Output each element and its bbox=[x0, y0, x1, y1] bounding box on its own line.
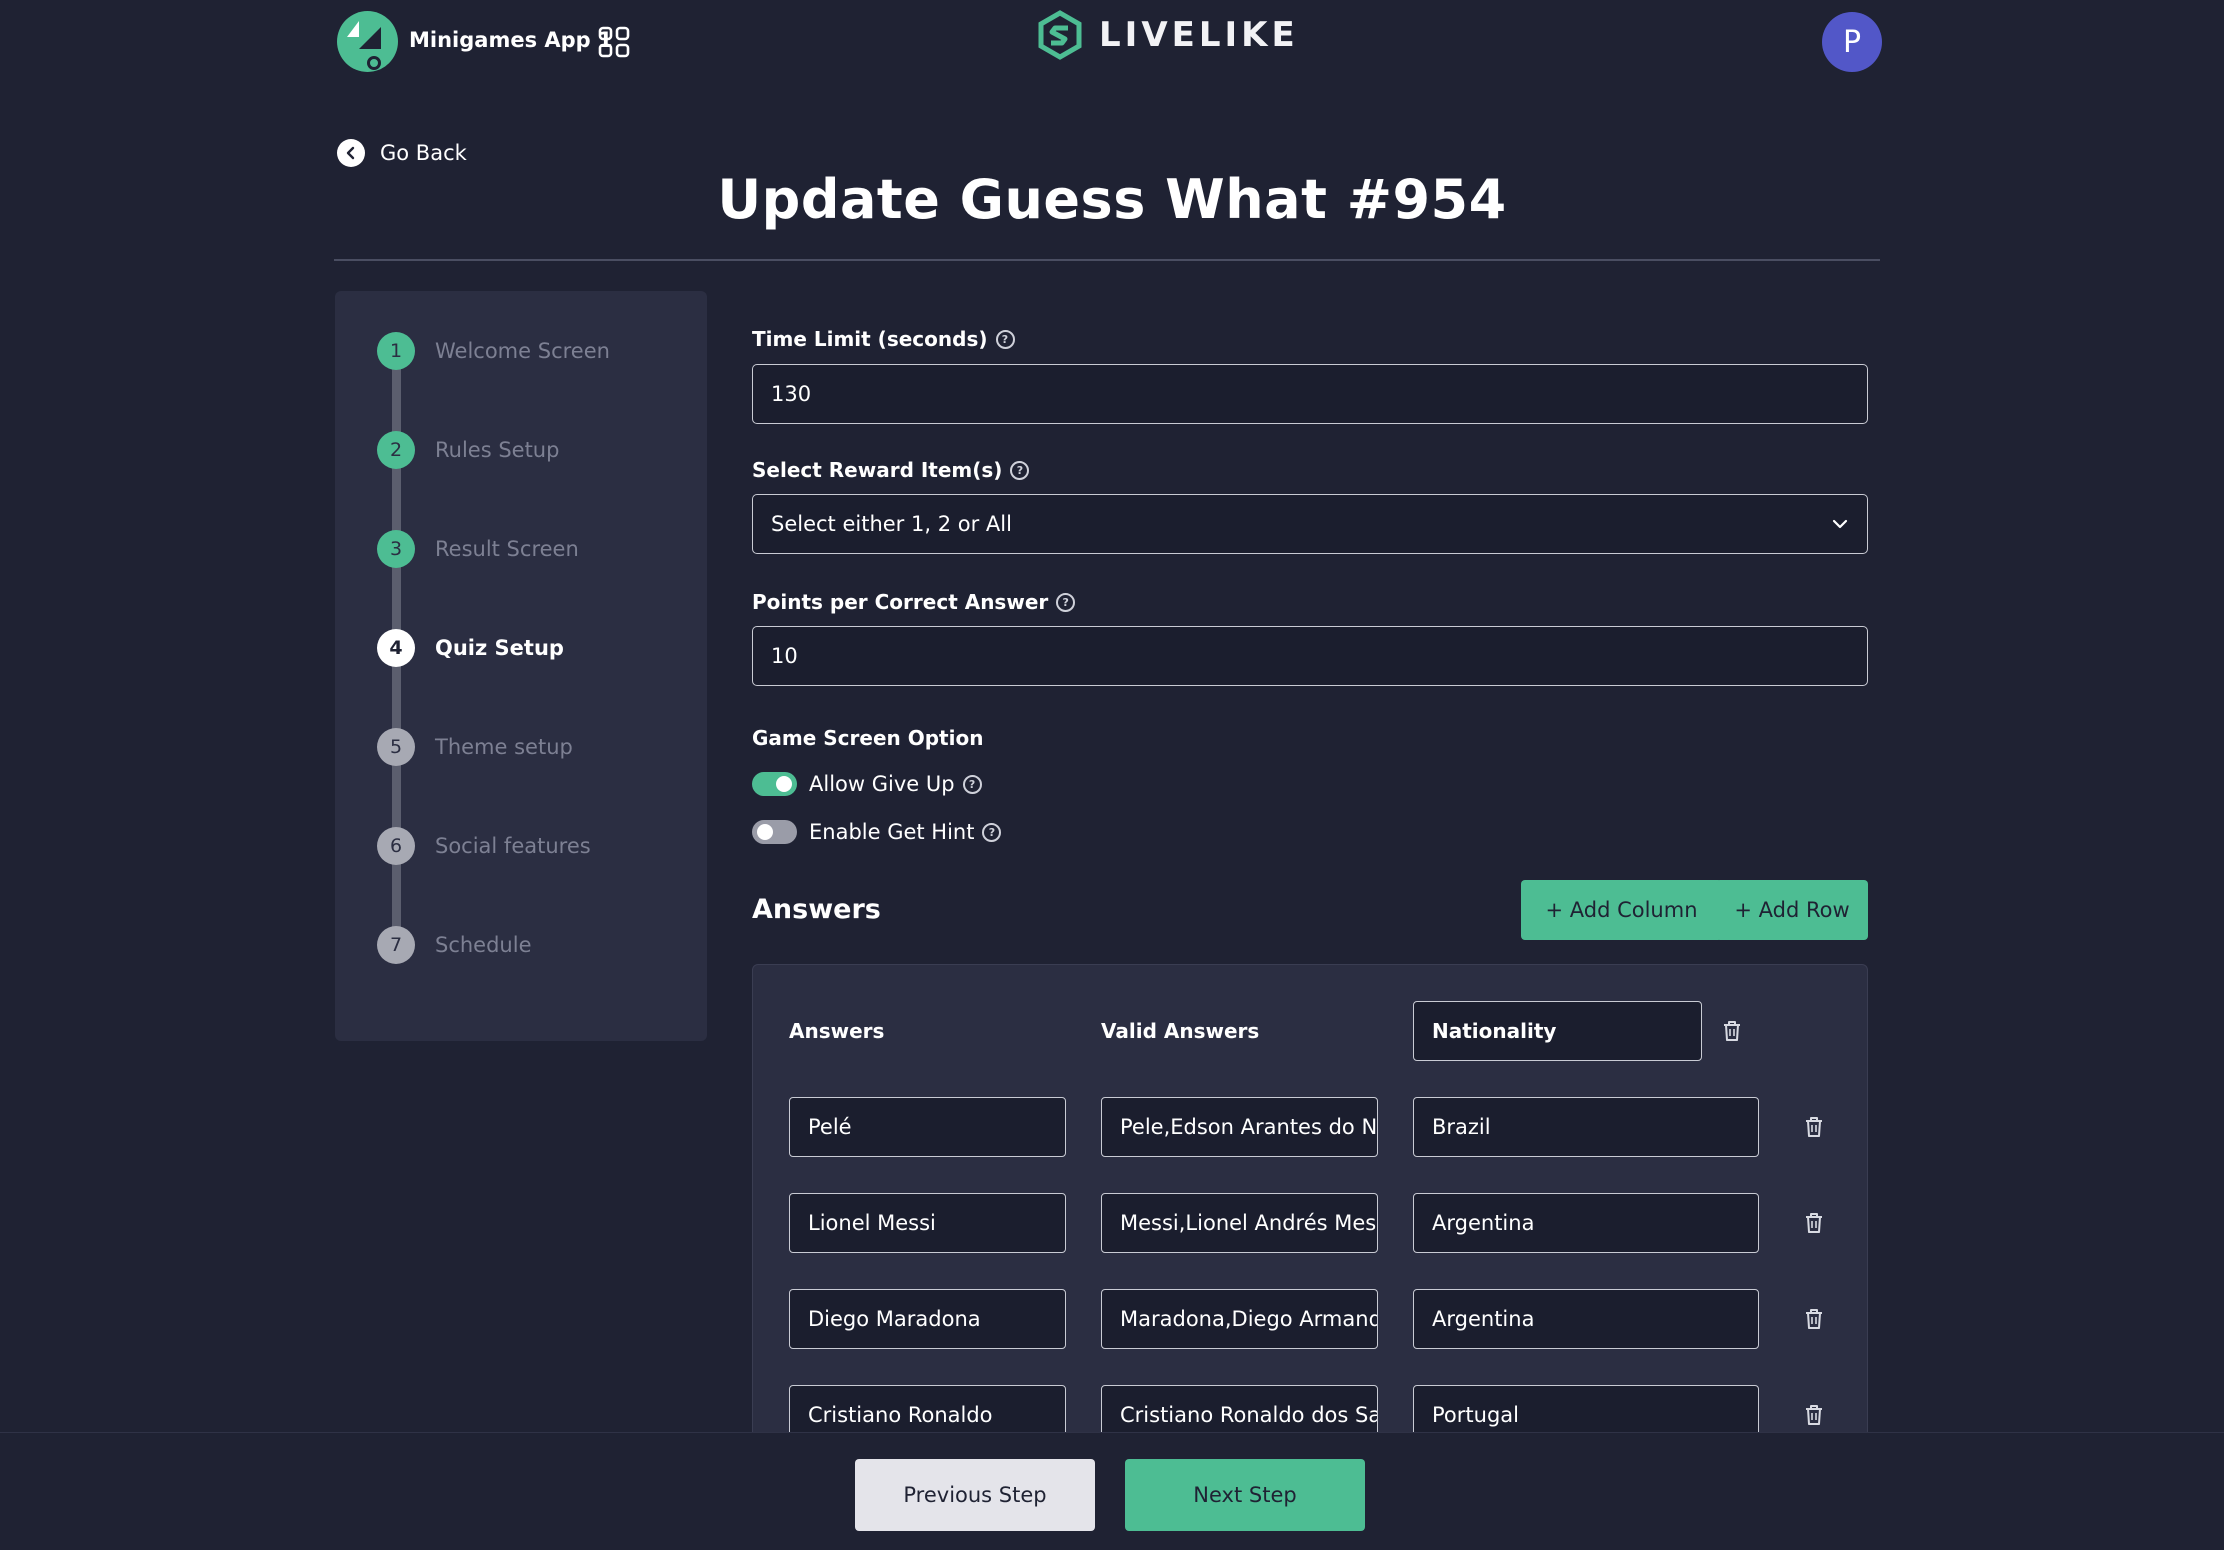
step-welcome-screen[interactable]: 1 Welcome Screen bbox=[377, 331, 610, 371]
help-icon[interactable]: ? bbox=[982, 822, 1002, 842]
allow-give-up-row: Allow Give Up ? bbox=[752, 772, 982, 796]
apps-grid-icon[interactable] bbox=[598, 26, 630, 58]
help-icon[interactable]: ? bbox=[1056, 592, 1076, 612]
column-header-answers: Answers bbox=[789, 1019, 885, 1043]
nationality-cell[interactable]: Brazil bbox=[1413, 1097, 1759, 1157]
step-label: Result Screen bbox=[435, 537, 579, 561]
delete-row-trash-icon[interactable] bbox=[1803, 1211, 1825, 1235]
step-label: Schedule bbox=[435, 933, 532, 957]
step-number: 5 bbox=[377, 728, 415, 766]
add-row-button[interactable]: + Add Row bbox=[1716, 880, 1868, 940]
chevron-down-icon bbox=[1832, 519, 1848, 529]
column-header-valid-answers: Valid Answers bbox=[1101, 1019, 1260, 1043]
step-sidebar: 1 Welcome Screen 2 Rules Setup 3 Result … bbox=[335, 291, 707, 1041]
points-input[interactable]: 10 bbox=[752, 626, 1868, 686]
next-step-button[interactable]: Next Step bbox=[1125, 1459, 1365, 1531]
title-divider bbox=[334, 259, 1880, 261]
page-title: Update Guess What #954 bbox=[717, 168, 1507, 231]
page: Minigames App 1 LIVELIKE P Go Back Updat… bbox=[0, 0, 2224, 1550]
time-limit-input[interactable]: 130 bbox=[752, 364, 1868, 424]
game-screen-option-label: Game Screen Option bbox=[752, 726, 984, 750]
reward-label: Select Reward Item(s) ? bbox=[752, 458, 1030, 482]
step-quiz-setup[interactable]: 4 Quiz Setup bbox=[377, 628, 564, 668]
app-name[interactable]: Minigames App 1 bbox=[409, 28, 613, 52]
brand-name: LIVELIKE bbox=[1099, 15, 1299, 55]
nationality-cell[interactable]: Argentina bbox=[1413, 1193, 1759, 1253]
valid-answers-cell[interactable]: Pele,Edson Arantes do Na bbox=[1101, 1097, 1378, 1157]
footer-bar: Previous Step Next Step bbox=[0, 1432, 2224, 1550]
points-label-text: Points per Correct Answer bbox=[752, 590, 1049, 614]
delete-row-trash-icon[interactable] bbox=[1803, 1403, 1825, 1427]
go-back-link[interactable]: Go Back bbox=[337, 139, 467, 167]
step-label: Quiz Setup bbox=[435, 636, 564, 660]
step-label: Social features bbox=[435, 834, 591, 858]
delete-row-trash-icon[interactable] bbox=[1803, 1115, 1825, 1139]
answer-cell[interactable]: Pelé bbox=[789, 1097, 1066, 1157]
go-back-label: Go Back bbox=[380, 141, 467, 165]
valid-answers-cell[interactable]: Maradona,Diego Armando bbox=[1101, 1289, 1378, 1349]
step-result-screen[interactable]: 3 Result Screen bbox=[377, 529, 579, 569]
step-schedule[interactable]: 7 Schedule bbox=[377, 925, 532, 965]
answer-cell[interactable]: Lionel Messi bbox=[789, 1193, 1066, 1253]
user-avatar[interactable]: P bbox=[1822, 12, 1882, 72]
reward-select-value: Select either 1, 2 or All bbox=[771, 512, 1012, 536]
valid-answers-cell[interactable]: Messi,Lionel Andrés Mess bbox=[1101, 1193, 1378, 1253]
help-icon[interactable]: ? bbox=[995, 329, 1015, 349]
step-label: Rules Setup bbox=[435, 438, 560, 462]
delete-column-trash-icon[interactable] bbox=[1721, 1019, 1743, 1043]
step-rules-setup[interactable]: 2 Rules Setup bbox=[377, 430, 559, 470]
brand-logo: LIVELIKE bbox=[1035, 10, 1299, 60]
allow-give-up-label: Allow Give Up bbox=[809, 772, 955, 796]
step-theme-setup[interactable]: 5 Theme setup bbox=[377, 727, 573, 767]
enable-hint-label: Enable Get Hint bbox=[809, 820, 975, 844]
step-social-features[interactable]: 6 Social features bbox=[377, 826, 591, 866]
step-number: 1 bbox=[377, 332, 415, 370]
points-label: Points per Correct Answer ? bbox=[752, 590, 1076, 614]
answer-cell[interactable]: Diego Maradona bbox=[789, 1289, 1066, 1349]
time-limit-label-text: Time Limit (seconds) bbox=[752, 327, 988, 351]
reward-select[interactable]: Select either 1, 2 or All bbox=[752, 494, 1868, 554]
step-label: Theme setup bbox=[435, 735, 573, 759]
step-number: 2 bbox=[377, 431, 415, 469]
add-column-button[interactable]: + Add Column bbox=[1521, 880, 1722, 940]
step-number: 4 bbox=[377, 629, 415, 667]
step-label: Welcome Screen bbox=[435, 339, 610, 363]
delete-row-trash-icon[interactable] bbox=[1803, 1307, 1825, 1331]
custom-column-name-input[interactable]: Nationality bbox=[1413, 1001, 1702, 1061]
enable-hint-toggle[interactable] bbox=[752, 820, 797, 844]
app-logo-icon[interactable] bbox=[337, 11, 398, 72]
time-limit-label: Time Limit (seconds) ? bbox=[752, 327, 1015, 351]
help-icon[interactable]: ? bbox=[962, 774, 982, 794]
previous-step-button[interactable]: Previous Step bbox=[855, 1459, 1095, 1531]
nationality-cell[interactable]: Argentina bbox=[1413, 1289, 1759, 1349]
enable-hint-row: Enable Get Hint ? bbox=[752, 820, 1002, 844]
reward-label-text: Select Reward Item(s) bbox=[752, 458, 1003, 482]
step-number: 7 bbox=[377, 926, 415, 964]
livelike-logo-icon bbox=[1038, 10, 1082, 60]
allow-give-up-toggle[interactable] bbox=[752, 772, 797, 796]
step-number: 3 bbox=[377, 530, 415, 568]
help-icon[interactable]: ? bbox=[1010, 460, 1030, 480]
step-number: 6 bbox=[377, 827, 415, 865]
answers-title: Answers bbox=[752, 894, 881, 925]
chevron-left-icon bbox=[337, 139, 365, 167]
